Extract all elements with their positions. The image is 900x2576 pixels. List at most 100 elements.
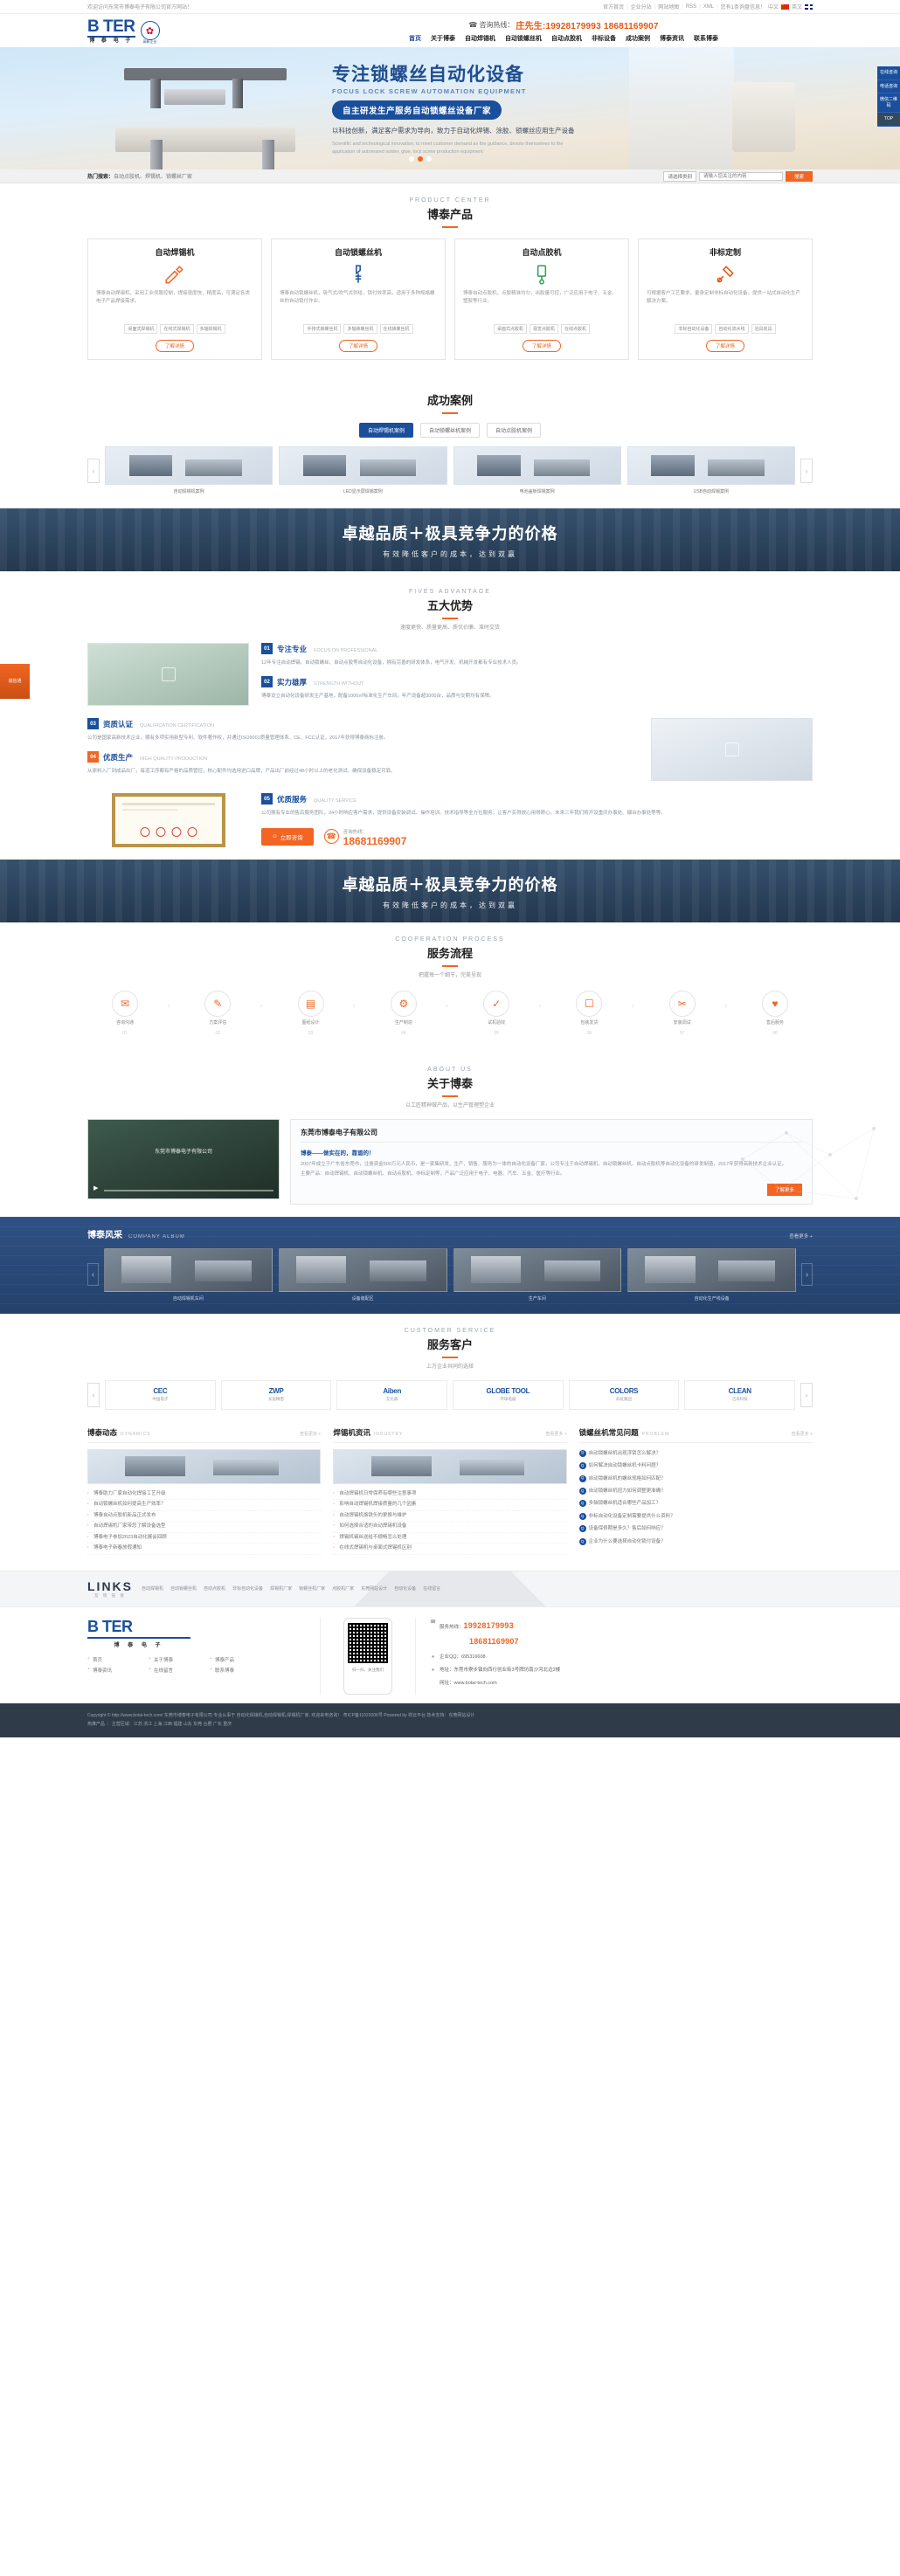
product-card[interactable]: 自动点胶机 博泰自动点胶机，点胶精准均匀，出胶量可控，广泛应用于电子、五金、塑胶… (454, 238, 629, 360)
customers-prev-button[interactable]: ‹ (87, 1382, 100, 1407)
footer-nav-message[interactable]: 在线留言 (149, 1667, 196, 1674)
nav-item-news[interactable]: 博泰资讯 (660, 34, 684, 43)
process-step[interactable]: ♥ 售后服务 08 (737, 991, 813, 1037)
lang-en-label[interactable]: 英文 (792, 3, 802, 10)
case-thumbnail[interactable] (105, 446, 273, 485)
nav-item-about[interactable]: 关于博泰 (431, 34, 455, 43)
nav-item-glue-machine[interactable]: 自动点胶机 (551, 34, 582, 43)
process-step[interactable]: ✓ 试机验收 05 › (459, 991, 541, 1037)
lang-cn-label[interactable]: 中文 (768, 3, 779, 10)
news-item[interactable]: 自动焊锡机厂家带您了解设备选型 (87, 1522, 322, 1533)
product-tag[interactable]: 在线式焊锡机 (160, 324, 194, 334)
product-tag[interactable]: 手持式锁螺丝机 (303, 324, 342, 334)
news-item[interactable]: 影响自动焊锡机焊接质量的几个因素 (333, 1500, 567, 1511)
news-more-link[interactable]: 查看更多 + (545, 1431, 566, 1437)
cases-next-button[interactable]: › (800, 458, 813, 483)
customer-logo[interactable]: GLOBE TOOL 环球电器 (453, 1379, 564, 1410)
video-progress-bar[interactable] (104, 1190, 273, 1192)
product-tag[interactable]: 在线锁螺丝机 (379, 324, 413, 334)
news-thumbnail[interactable] (87, 1448, 322, 1484)
case-item[interactable]: 自动焊锡机案例 (105, 446, 273, 494)
float-phone-consult[interactable]: 电话咨询 (877, 79, 900, 93)
product-more-button[interactable]: 了解详情 (705, 340, 744, 352)
album-thumbnail[interactable] (627, 1247, 796, 1292)
product-tag[interactable]: 桌面式焊锡机 (124, 324, 158, 334)
news-item[interactable]: 博泰自动点胶机新品正式发布 (87, 1511, 322, 1523)
cases-prev-button[interactable]: ‹ (87, 458, 100, 483)
album-item[interactable]: 设备装配区 (278, 1247, 447, 1302)
album-more-link[interactable]: 查看更多 + (789, 1233, 813, 1240)
news-item[interactable]: 自动焊锡机日常保养有哪些注意事项 (333, 1489, 567, 1501)
news-more-link[interactable]: 查看更多 + (300, 1431, 321, 1437)
faq-item[interactable]: 多轴锁螺丝机适合哪些产品加工？ (578, 1499, 813, 1508)
footer-nav-about[interactable]: 关于博泰 (149, 1656, 196, 1663)
nav-item-home[interactable]: 首页 (409, 34, 421, 43)
product-card[interactable]: 自动锁螺丝机 博泰自动锁螺丝机，吸气式/吹气式供给，锁付效率高，适用于多种规格螺… (271, 238, 446, 360)
news-item[interactable]: 在线式焊锡机与桌面式焊锡机区别 (333, 1544, 567, 1555)
top-link-rss[interactable]: RSS (686, 4, 696, 10)
banner-pagination[interactable] (409, 156, 432, 162)
news-more-link[interactable]: 查看更多 + (792, 1431, 813, 1437)
customer-logo[interactable]: COLORS 彩虹集团 (568, 1379, 680, 1410)
process-step[interactable]: ▤ 图纸设计 03 › (273, 991, 356, 1037)
faq-item[interactable]: 自动锁螺丝机出现浮锁怎么解决？ (578, 1449, 813, 1458)
process-step[interactable]: ✂ 安装调试 07 › (645, 991, 727, 1037)
news-thumbnail[interactable] (333, 1448, 567, 1484)
case-tab-solder[interactable]: 自动焊锡机案例 (358, 423, 413, 438)
news-item[interactable]: 焊锡机锡丝送给不顺畅怎么处理 (333, 1533, 567, 1544)
case-thumbnail[interactable] (453, 446, 621, 485)
top-link-sitemap[interactable]: 网站地图 (658, 3, 679, 10)
product-more-button[interactable]: 了解详情 (155, 340, 194, 352)
footer-nav-contact[interactable]: 联系博泰 (210, 1667, 257, 1674)
album-thumbnail[interactable] (104, 1247, 273, 1292)
album-thumbnail[interactable] (278, 1247, 447, 1292)
customer-logo[interactable]: ZWP 长盈精密 (220, 1379, 332, 1410)
faq-item[interactable]: 自动锁螺丝机扭力如何调整更准确？ (578, 1487, 813, 1495)
process-step[interactable]: ⚙ 生产制造 04 › (366, 991, 448, 1037)
news-item[interactable]: 博泰电子参加2023自动化展会回顾 (87, 1533, 322, 1544)
banner-dot-3[interactable] (426, 156, 432, 162)
china-flag-icon[interactable] (780, 2, 789, 10)
footer-nav-news[interactable]: 博泰资讯 (87, 1667, 135, 1674)
search-input[interactable] (698, 171, 783, 181)
link-item[interactable]: 东莞网站设计 (361, 1585, 387, 1592)
website-value[interactable]: www.botai-tech.com (454, 1681, 497, 1686)
faq-item[interactable]: 自动锁螺丝机的螺丝规格如何匹配？ (578, 1474, 813, 1483)
case-item[interactable]: USB自动焊锡案例 (627, 446, 795, 494)
nav-item-contact[interactable]: 联系博泰 (694, 34, 718, 43)
faq-item[interactable]: 设备保修期是多久？售后如何响应？ (578, 1524, 813, 1533)
nav-item-solder-machine[interactable]: 自动焊锡机 (465, 34, 495, 43)
qq-value[interactable]: 695316608 (461, 1654, 486, 1660)
process-step[interactable]: ☐ 包装发货 06 › (551, 991, 633, 1037)
customer-logo[interactable]: CLEAN 洁净科技 (684, 1379, 796, 1410)
banner-dot-2[interactable] (418, 156, 423, 162)
album-item[interactable]: 自动化生产线设备 (627, 1247, 796, 1302)
link-item[interactable]: 在线留言 (423, 1585, 440, 1592)
customers-next-button[interactable]: › (800, 1382, 813, 1407)
link-item[interactable]: 非标自动化设备 (232, 1585, 263, 1592)
album-thumbnail[interactable] (453, 1247, 622, 1292)
news-item[interactable]: 博泰电子新春放假通知 (87, 1544, 322, 1555)
faq-item[interactable]: 企业为什么要选择自动化锁付设备？ (578, 1537, 813, 1546)
album-item[interactable]: 自动焊锡机车间 (104, 1247, 273, 1302)
top-link-home[interactable]: 官方首页 (603, 3, 624, 10)
product-tag[interactable]: 非标自动化设备 (675, 324, 713, 334)
hot-keywords-value[interactable]: 自动点胶机、焊锡机、锁螺丝厂家 (114, 175, 192, 180)
float-back-to-top[interactable]: TOP (877, 113, 900, 127)
float-wechat-qr[interactable]: 微信二维码 (877, 93, 900, 113)
news-item[interactable]: 自动锁螺丝机如何提高生产效率？ (87, 1500, 322, 1511)
album-prev-button[interactable]: ‹ (87, 1263, 99, 1287)
news-item[interactable]: 自动焊锡机烙铁头的更换与维护 (333, 1511, 567, 1523)
link-item[interactable]: 自动锁螺丝机 (170, 1585, 197, 1592)
case-tab-glue[interactable]: 自动点胶机案例 (487, 423, 542, 438)
credit-badge[interactable]: 诚信通 (0, 664, 30, 699)
footer-nav-products[interactable]: 博泰产品 (210, 1656, 257, 1663)
consult-button[interactable]: ☺ 立即咨询 (261, 827, 314, 846)
product-tag[interactable]: 多轴锁螺丝机 (343, 324, 377, 334)
product-more-button[interactable]: 了解详情 (338, 340, 377, 352)
footer-nav-home[interactable]: 首页 (87, 1656, 135, 1663)
faq-item[interactable]: 非标自动化设备定制需要提供什么资料？ (578, 1512, 813, 1521)
link-item[interactable]: 自动焊锡机 (142, 1585, 163, 1592)
album-next-button[interactable]: › (801, 1263, 813, 1287)
link-item[interactable]: 自动化设备 (394, 1585, 416, 1592)
